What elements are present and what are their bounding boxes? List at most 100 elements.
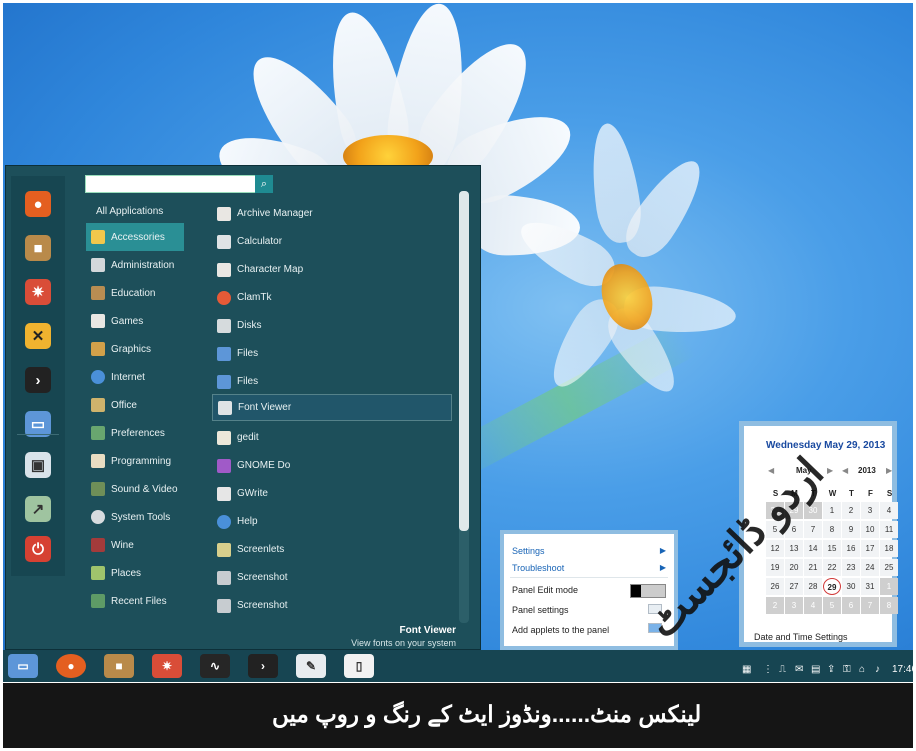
category-graphics[interactable]: Graphics xyxy=(86,335,184,363)
taskbar-text-editor-icon[interactable]: ✎ xyxy=(296,654,326,678)
app-gwrite[interactable]: GWrite xyxy=(212,480,452,507)
calendar-day[interactable]: 1 xyxy=(823,502,841,519)
calendar-day[interactable]: 11 xyxy=(880,521,898,538)
all-applications-label[interactable]: All Applications xyxy=(96,206,163,217)
calendar-day[interactable]: 31 xyxy=(861,578,879,595)
logout-icon[interactable]: ↗ xyxy=(25,496,51,522)
taskbar-folder-icon[interactable]: ▭ xyxy=(8,654,38,678)
taskbar-archive-icon[interactable]: ■ xyxy=(104,654,134,678)
calendar-day[interactable]: 20 xyxy=(785,559,803,576)
calendar-day[interactable]: 17 xyxy=(861,540,879,557)
calendar-day[interactable]: 29 xyxy=(823,578,841,595)
calendar-day[interactable]: 15 xyxy=(823,540,841,557)
calendar-day[interactable]: 16 xyxy=(842,540,860,557)
panel-edit-mode[interactable]: Panel Edit mode xyxy=(512,585,578,595)
search-icon[interactable]: ⌕ xyxy=(255,175,273,193)
panel-menu-settings[interactable]: Settings xyxy=(512,546,545,556)
category-programming[interactable]: Programming xyxy=(86,447,184,475)
calendar-day[interactable]: 21 xyxy=(804,559,822,576)
crossover-icon[interactable]: ✕ xyxy=(25,323,51,349)
calendar-day[interactable]: 13 xyxy=(785,540,803,557)
category-administration[interactable]: Administration xyxy=(86,251,184,279)
calendar-day[interactable]: 14 xyxy=(804,540,822,557)
app-help[interactable]: Help xyxy=(212,508,452,535)
app-character-map[interactable]: Character Map xyxy=(212,256,452,283)
tray-workspace-icon[interactable]: ⋮ xyxy=(763,664,773,675)
calendar-day[interactable]: 4 xyxy=(804,597,822,614)
app-font-viewer[interactable]: Font Viewer xyxy=(212,394,452,421)
terminal-icon[interactable]: › xyxy=(25,367,51,393)
calendar-day[interactable]: 22 xyxy=(823,559,841,576)
power-icon[interactable]: ⏻ xyxy=(25,536,51,562)
panel-settings[interactable]: Panel settings xyxy=(512,605,569,615)
calendar-day[interactable]: 28 xyxy=(804,578,822,595)
calendar-day[interactable]: 5 xyxy=(823,597,841,614)
calendar-day[interactable]: 24 xyxy=(861,559,879,576)
app-disks[interactable]: Disks xyxy=(212,312,452,339)
date-time-settings-link[interactable]: Date and Time Settings xyxy=(754,632,848,642)
calendar-day[interactable]: 25 xyxy=(880,559,898,576)
scroll-thumb[interactable] xyxy=(459,191,469,531)
mail-icon[interactable]: ✉ xyxy=(795,664,803,675)
category-recent-files[interactable]: Recent Files xyxy=(86,587,184,615)
network-icon[interactable]: ⌂ xyxy=(859,664,865,675)
calendar-day[interactable]: 27 xyxy=(785,578,803,595)
calendar-day[interactable]: 19 xyxy=(766,559,784,576)
tray-applet-icon[interactable]: ▦ xyxy=(742,664,751,675)
app-calculator[interactable]: Calculator xyxy=(212,228,452,255)
search-input[interactable] xyxy=(85,175,273,193)
category-system-tools[interactable]: System Tools xyxy=(86,503,184,531)
calendar-day[interactable]: 2 xyxy=(842,502,860,519)
calendar-day[interactable]: 8 xyxy=(880,597,898,614)
calendar-day[interactable]: 18 xyxy=(880,540,898,557)
calendar-day[interactable]: 10 xyxy=(861,521,879,538)
app-gedit[interactable]: gedit xyxy=(212,424,452,451)
category-office[interactable]: Office xyxy=(86,391,184,419)
calendar-day[interactable]: 8 xyxy=(823,521,841,538)
calendar-day[interactable]: 4 xyxy=(880,502,898,519)
taskbar-terminal-icon[interactable]: › xyxy=(248,654,278,678)
volume-icon[interactable]: ♪ xyxy=(875,664,880,675)
category-places[interactable]: Places xyxy=(86,559,184,587)
category-education[interactable]: Education xyxy=(86,279,184,307)
taskbar-system-monitor-icon[interactable]: ∿ xyxy=(200,654,230,678)
category-accessories[interactable]: Accessories xyxy=(86,223,184,251)
clock[interactable]: 17:46 xyxy=(892,664,916,675)
archive-icon[interactable]: ■ xyxy=(25,235,51,261)
calendar-day[interactable]: 7 xyxy=(804,521,822,538)
app-screenlets[interactable]: Screenlets xyxy=(212,536,452,563)
app-archive-manager[interactable]: Archive Manager xyxy=(212,200,452,227)
calendar-day[interactable]: 7 xyxy=(861,597,879,614)
calendar-day[interactable]: 9 xyxy=(842,521,860,538)
calendar-day[interactable]: 30 xyxy=(842,578,860,595)
panel-menu-troubleshoot[interactable]: Troubleshoot xyxy=(512,563,564,573)
category-games[interactable]: Games xyxy=(86,307,184,335)
prev-year-icon[interactable]: ◀ xyxy=(842,466,848,475)
lock-screen-icon[interactable]: ▣ xyxy=(25,452,51,478)
app-screenshot-2[interactable]: Screenshot xyxy=(212,592,452,619)
calendar-day[interactable]: 1 xyxy=(880,578,898,595)
app-files-1[interactable]: Files xyxy=(212,340,452,367)
tray-window-list-icon[interactable]: ⎍ xyxy=(779,664,786,675)
key-icon[interactable]: ⚿ xyxy=(843,664,851,675)
menu-scrollbar[interactable] xyxy=(459,191,469,623)
update-icon[interactable]: ⇪ xyxy=(827,664,835,675)
category-sound-video[interactable]: Sound & Video xyxy=(86,475,184,503)
calendar-day[interactable]: 3 xyxy=(861,502,879,519)
next-month-icon[interactable]: ▶ xyxy=(827,466,833,475)
firefox-icon[interactable]: ● xyxy=(25,191,51,217)
calendar-day[interactable]: 2 xyxy=(766,597,784,614)
calendar-day[interactable]: 23 xyxy=(842,559,860,576)
taskbar-document-icon[interactable]: ▯ xyxy=(344,654,374,678)
clipboard-icon[interactable]: ▤ xyxy=(811,664,820,675)
next-year-icon[interactable]: ▶ xyxy=(886,466,892,475)
category-internet[interactable]: Internet xyxy=(86,363,184,391)
calendar-day[interactable]: 6 xyxy=(842,597,860,614)
calendar-day[interactable]: 26 xyxy=(766,578,784,595)
taskbar-firefox-icon[interactable]: ● xyxy=(56,654,86,678)
app-clamtk[interactable]: ClamTk xyxy=(212,284,452,311)
category-wine[interactable]: Wine xyxy=(86,531,184,559)
add-applets[interactable]: Add applets to the panel xyxy=(512,625,609,635)
app-screenshot-1[interactable]: Screenshot xyxy=(212,564,452,591)
app-files-2[interactable]: Files xyxy=(212,368,452,395)
